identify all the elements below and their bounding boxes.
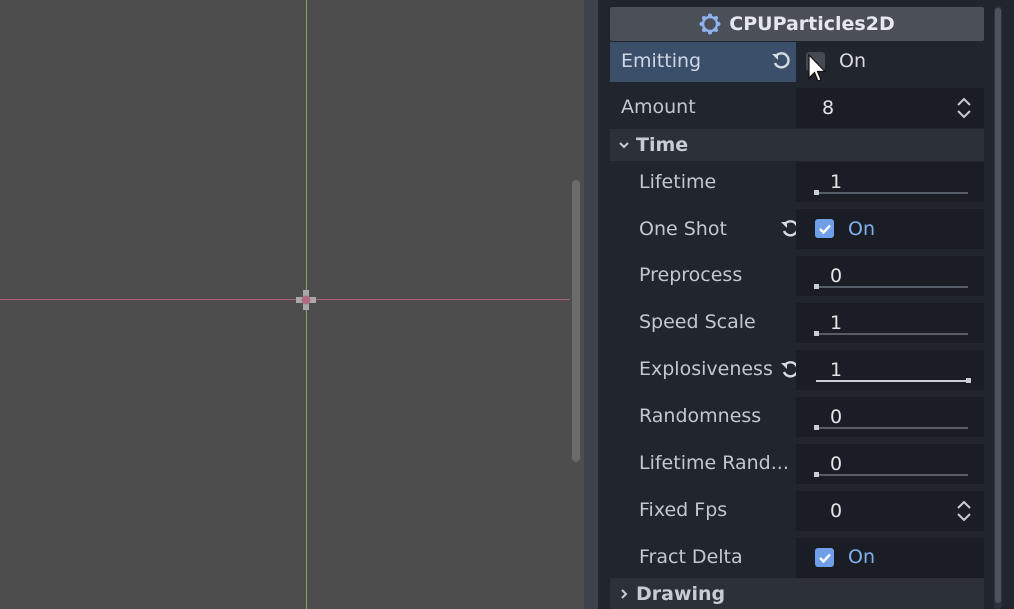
slider-track bbox=[816, 192, 968, 194]
speed-scale-slider[interactable]: 1 bbox=[796, 303, 984, 343]
lifetime-value: 1 bbox=[830, 171, 843, 193]
inspector-header: CPUParticles2D bbox=[610, 7, 984, 41]
fixed-fps-spinbox[interactable]: 0 bbox=[796, 491, 984, 531]
explosiveness-label: Explosiveness bbox=[639, 358, 773, 380]
slider-grabber[interactable] bbox=[966, 378, 971, 383]
speed-scale-value: 1 bbox=[830, 312, 843, 334]
lifetime-randomness-label: Lifetime Rand... bbox=[639, 452, 789, 474]
one-shot-checkbox[interactable] bbox=[815, 219, 834, 238]
one-shot-label: One Shot bbox=[639, 218, 727, 240]
checkbox-icon bbox=[818, 224, 831, 234]
explosiveness-slider[interactable]: 1 bbox=[796, 350, 984, 390]
particles-node-gizmo-icon[interactable] bbox=[294, 288, 318, 312]
lifetime-randomness-value: 0 bbox=[830, 453, 843, 475]
panel-divider[interactable] bbox=[584, 0, 598, 609]
chevron-down-icon bbox=[619, 142, 629, 149]
cpu-particles-icon bbox=[699, 13, 721, 35]
checkbox-icon bbox=[818, 553, 831, 563]
section-time[interactable]: Time bbox=[610, 129, 984, 161]
slider-track bbox=[816, 333, 968, 335]
mouse-cursor-icon bbox=[808, 54, 827, 82]
slider-grabber[interactable] bbox=[814, 472, 819, 477]
lifetime-randomness-slider[interactable]: 0 bbox=[796, 444, 984, 484]
spinner-arrows-icon[interactable] bbox=[956, 97, 972, 119]
slider-grabber[interactable] bbox=[814, 284, 819, 289]
x-axis-line bbox=[0, 299, 570, 300]
fixed-fps-value: 0 bbox=[830, 500, 843, 522]
section-time-label: Time bbox=[636, 134, 689, 156]
speed-scale-label: Speed Scale bbox=[639, 311, 756, 333]
section-drawing[interactable]: Drawing bbox=[610, 578, 984, 609]
fract-delta-state-label: On bbox=[848, 546, 875, 568]
preprocess-slider[interactable]: 0 bbox=[796, 256, 984, 296]
amount-value: 8 bbox=[822, 97, 835, 119]
one-shot-state-label: On bbox=[848, 218, 875, 240]
viewport-scrollbar-thumb[interactable] bbox=[572, 180, 580, 462]
spinner-arrows-icon[interactable] bbox=[956, 500, 972, 522]
preprocess-value: 0 bbox=[830, 265, 843, 287]
fixed-fps-label: Fixed Fps bbox=[639, 499, 728, 521]
emitting-label: Emitting bbox=[621, 50, 702, 72]
preprocess-label: Preprocess bbox=[639, 264, 743, 286]
slider-track bbox=[816, 286, 968, 288]
randomness-slider[interactable]: 0 bbox=[796, 397, 984, 437]
chevron-right-icon bbox=[621, 588, 628, 599]
lifetime-slider[interactable]: 1 bbox=[796, 162, 984, 202]
amount-label: Amount bbox=[621, 96, 696, 118]
explosiveness-value: 1 bbox=[830, 359, 843, 381]
fract-delta-label: Fract Delta bbox=[639, 546, 743, 568]
section-drawing-label: Drawing bbox=[636, 582, 726, 605]
revert-icon[interactable] bbox=[770, 50, 792, 72]
slider-grabber[interactable] bbox=[814, 425, 819, 430]
randomness-value: 0 bbox=[830, 406, 843, 428]
inspector-scrollbar-thumb[interactable] bbox=[995, 8, 1001, 603]
slider-track bbox=[816, 427, 968, 429]
inspector-header-title: CPUParticles2D bbox=[729, 13, 895, 35]
canvas-viewport[interactable] bbox=[0, 0, 570, 609]
randomness-label: Randomness bbox=[639, 405, 762, 427]
slider-grabber[interactable] bbox=[814, 190, 819, 195]
emitting-state-label: On bbox=[839, 50, 866, 72]
fract-delta-checkbox[interactable] bbox=[815, 548, 834, 567]
amount-spinbox[interactable]: 8 bbox=[796, 88, 984, 128]
slider-track bbox=[816, 380, 968, 382]
slider-grabber[interactable] bbox=[814, 331, 819, 336]
slider-track bbox=[816, 474, 968, 476]
lifetime-label: Lifetime bbox=[639, 171, 717, 193]
